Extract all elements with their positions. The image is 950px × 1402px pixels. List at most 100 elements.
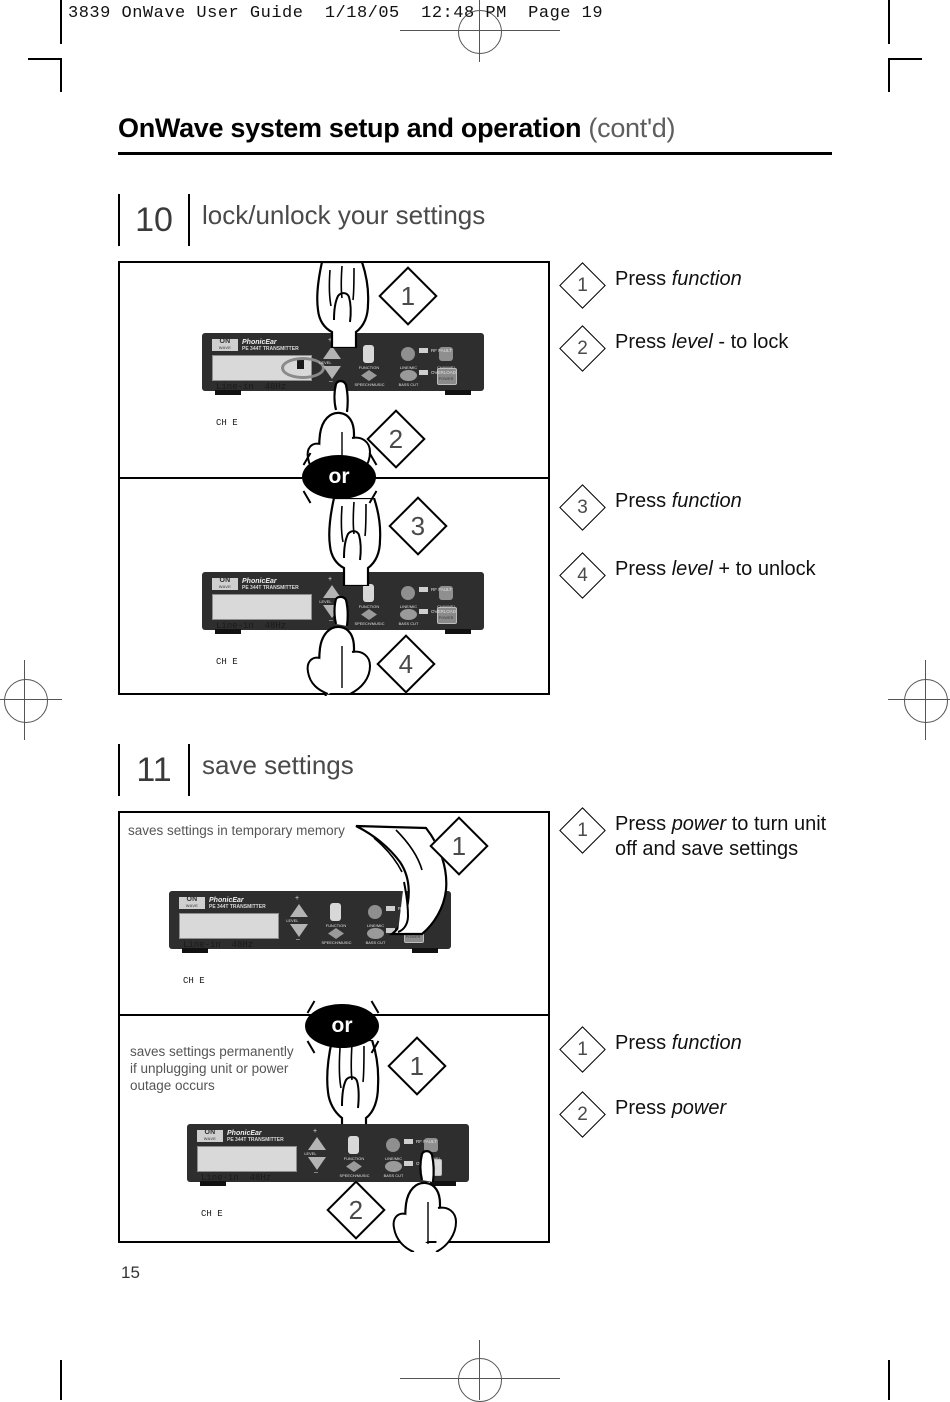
step-10-heading: 10 lock/unlock your settings [118, 194, 618, 246]
hand-pressing-function-above-2 [310, 498, 400, 586]
or-badge-step-10: or [302, 455, 376, 499]
instruction-marker-5: 1 [559, 807, 606, 854]
instruction-marker-6: 1 [559, 1026, 606, 1073]
device-logo-wave-text-2: WAVE [218, 584, 232, 589]
device-lcd-display-4: Line-in 48Hz CH E [197, 1146, 297, 1219]
device-brand-2: PhonicEar [242, 578, 277, 585]
device-brand: PhonicEar [242, 339, 277, 346]
function-label: FUNCTION [358, 365, 380, 370]
overload-label-2: OVERLOAD [431, 609, 457, 614]
device-model-3: PE 344T TRANSMITTER [209, 904, 266, 910]
page-title-continued: (cont'd) [588, 113, 676, 143]
rf-fault-label: RF FAULT [431, 348, 452, 353]
instruction-text-3: Press function [615, 490, 742, 512]
instruction-marker-4: 4 [559, 552, 606, 599]
hand-pressing-function-above-3 [308, 1040, 400, 1136]
hand-pressing-power-below [378, 1148, 478, 1252]
line-mic-button-2[interactable] [401, 586, 415, 600]
page-title-main: OnWave system setup and operation [118, 113, 582, 143]
step-11-note-permanent-line1: saves settings permanently [130, 1044, 294, 1059]
device-brand-3: PhonicEar [209, 897, 244, 904]
bass-cut-button-2[interactable] [400, 609, 417, 620]
lcd-line-2-d: CH E [201, 1209, 223, 1219]
step-10-number: 10 [118, 194, 190, 246]
step-11-instruction-3: 2 Press power [559, 1091, 727, 1138]
device-logo: ON WAVE PhonicEar PE 344T TRANSMITTER [212, 338, 299, 352]
function-label-3: FUNCTION [325, 923, 347, 928]
device-foot-left-2 [215, 629, 241, 634]
title-rule [118, 152, 832, 155]
device-lcd-display-3: Line-in 48Hz CH E [179, 913, 279, 986]
instruction-marker-7: 2 [559, 1091, 606, 1138]
instruction-marker-1: 1 [559, 262, 606, 309]
page-title: OnWave system setup and operation (cont'… [118, 113, 878, 144]
device-logo-onwave-3: ON WAVE [179, 896, 205, 909]
hand-pressing-level-below-2 [296, 596, 392, 696]
step-11-heading: 11 save settings [118, 744, 618, 796]
level-label-3: LEVEL [286, 918, 299, 923]
instruction-text-5-line2: off and save settings [615, 838, 799, 860]
line-mic-button[interactable] [401, 347, 415, 361]
level-up-button-3[interactable] [290, 904, 308, 917]
bass-cut-button[interactable] [400, 370, 417, 381]
level-plus-label-4: + [313, 1128, 318, 1135]
device-foot-right [445, 390, 471, 395]
instruction-text-2: Press level - to lock [615, 331, 789, 353]
device-logo-4: ON WAVE PhonicEar PE 344T TRANSMITTER [197, 1129, 284, 1143]
speech-music-label-4: SPEECH/MUSIC [339, 1173, 370, 1178]
device-foot-left-4 [200, 1181, 226, 1186]
device-model: PE 344T TRANSMITTER [242, 346, 299, 352]
step-10-instruction-2: 2 Press level - to lock [559, 325, 789, 372]
speech-music-button-4[interactable] [346, 1161, 362, 1172]
power-label: POWER [438, 376, 454, 381]
instruction-text-7: Press power [615, 1097, 727, 1119]
device-foot-right-2 [445, 629, 471, 634]
level-minus-label-4: – [314, 1169, 318, 1176]
device-logo-onwave-4: ON WAVE [197, 1129, 223, 1142]
instruction-text-6: Press function [615, 1032, 742, 1054]
instruction-text-5: Press power to turn unit off and save se… [615, 812, 826, 862]
or-badge-step-11: or [305, 1004, 379, 1048]
function-label-4: FUNCTION [343, 1156, 365, 1161]
device-brand-4: PhonicEar [227, 1130, 262, 1137]
device-logo-onwave-2: ON WAVE [212, 577, 238, 590]
step-11-note-temporary: saves settings in temporary memory [128, 823, 345, 838]
rf-fault-led-2 [419, 587, 428, 592]
device-logo-wave-text: WAVE [218, 345, 232, 350]
rf-fault-led [419, 348, 428, 353]
function-button-3[interactable] [330, 903, 341, 921]
device-model-4: PE 344T TRANSMITTER [227, 1137, 284, 1143]
step-10-instruction-4: 4 Press level + to unlock [559, 552, 816, 599]
rf-fault-label-2: RF FAULT [431, 587, 452, 592]
step-10-instruction-1: 1 Press function [559, 262, 742, 309]
hand-pressing-function-above [300, 262, 386, 348]
lcd-line-2-c: CH E [183, 976, 205, 986]
step-11-instruction-2: 1 Press function [559, 1026, 742, 1073]
speech-music-button-3[interactable] [328, 928, 344, 939]
function-button-4[interactable] [348, 1136, 359, 1154]
step-10-title: lock/unlock your settings [202, 200, 486, 230]
step-11-note-permanent-line3: outage occurs [130, 1078, 215, 1093]
step-11-note-permanent-line2: if unplugging unit or power [130, 1061, 289, 1076]
instruction-marker-2: 2 [559, 325, 606, 372]
step-11-title: save settings [202, 750, 354, 780]
device-model-2: PE 344T TRANSMITTER [242, 585, 299, 591]
device-foot-left-3 [182, 948, 208, 953]
instruction-text-4: Press level + to unlock [615, 558, 816, 580]
device-logo-wave-text-3: WAVE [185, 903, 199, 908]
overload-label: OVERLOAD [431, 370, 457, 375]
level-plus-label-3: + [295, 895, 300, 902]
instruction-marker-3: 3 [559, 484, 606, 531]
device-logo-2: ON WAVE PhonicEar PE 344T TRANSMITTER [212, 577, 299, 591]
device-foot-right-3 [412, 948, 438, 953]
device-logo-3: ON WAVE PhonicEar PE 344T TRANSMITTER [179, 896, 266, 910]
rf-fault-led-4 [404, 1139, 413, 1144]
level-up-button-4[interactable] [308, 1137, 326, 1150]
bass-cut-label-3: BASS CUT [365, 940, 386, 945]
device-foot-left [215, 390, 241, 395]
level-label: LEVEL [319, 360, 332, 365]
page-number: 15 [121, 1263, 140, 1282]
level-label-4: LEVEL [304, 1151, 317, 1156]
step-10-instruction-3: 3 Press function [559, 484, 742, 531]
bass-cut-label-2: BASS CUT [398, 621, 419, 626]
